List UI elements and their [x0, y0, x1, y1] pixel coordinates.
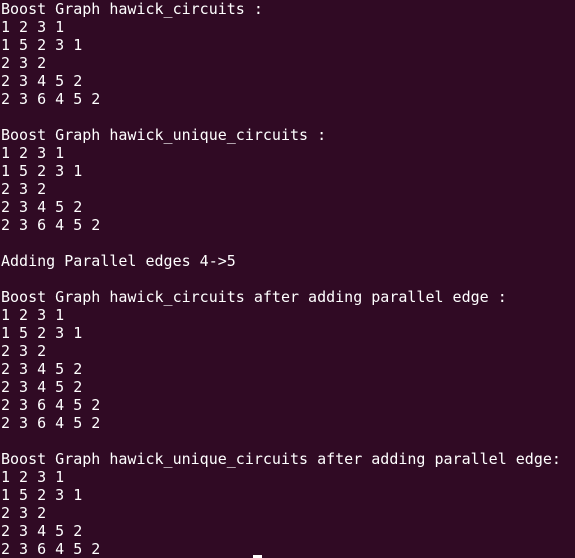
- terminal-line-30: 2 3 4 5 2: [1, 522, 83, 540]
- terminal-line-26: Boost Graph hawick_unique_circuits after…: [1, 450, 561, 468]
- terminal-line-24: 2 3 6 4 5 2: [1, 414, 101, 432]
- terminal-line-2: 1 2 3 1: [1, 18, 65, 36]
- terminal-line-5: 2 3 4 5 2: [1, 72, 83, 90]
- terminal-line-25: [1, 432, 561, 450]
- terminal-line-3: 1 5 2 3 1: [1, 36, 83, 54]
- terminal-line-17: Boost Graph hawick_circuits after adding…: [1, 288, 507, 306]
- terminal-line-4: 2 3 2: [1, 54, 47, 72]
- terminal-line-28: 1 5 2 3 1: [1, 486, 83, 504]
- terminal-output: Boost Graph hawick_circuits :1 2 3 11 5 …: [1, 0, 561, 558]
- terminal-line-31: 2 3 6 4 5 2: [1, 540, 101, 558]
- terminal-line-8: Boost Graph hawick_unique_circuits :: [1, 126, 327, 144]
- terminal-line-7: [1, 108, 561, 126]
- terminal-line-27: 1 2 3 1: [1, 468, 65, 486]
- terminal-line-23: 2 3 6 4 5 2: [1, 396, 101, 414]
- terminal-line-6: 2 3 6 4 5 2: [1, 90, 101, 108]
- terminal-line-29: 2 3 2: [1, 504, 47, 522]
- terminal-line-21: 2 3 4 5 2: [1, 360, 83, 378]
- terminal-line-9: 1 2 3 1: [1, 144, 65, 162]
- terminal-line-18: 1 2 3 1: [1, 306, 65, 324]
- terminal-line-20: 2 3 2: [1, 342, 47, 360]
- terminal-line-22: 2 3 4 5 2: [1, 378, 83, 396]
- terminal-line-10: 1 5 2 3 1: [1, 162, 83, 180]
- terminal-line-15: Adding Parallel edges 4->5: [1, 252, 236, 270]
- terminal-line-19: 1 5 2 3 1: [1, 324, 83, 342]
- terminal-line-14: [1, 234, 561, 252]
- terminal-line-1: Boost Graph hawick_circuits :: [1, 0, 263, 18]
- terminal-line-11: 2 3 2: [1, 180, 47, 198]
- terminal-window[interactable]: Boost Graph hawick_circuits :1 2 3 11 5 …: [0, 0, 575, 558]
- terminal-line-12: 2 3 4 5 2: [1, 198, 83, 216]
- terminal-line-13: 2 3 6 4 5 2: [1, 216, 101, 234]
- terminal-line-16: [1, 270, 561, 288]
